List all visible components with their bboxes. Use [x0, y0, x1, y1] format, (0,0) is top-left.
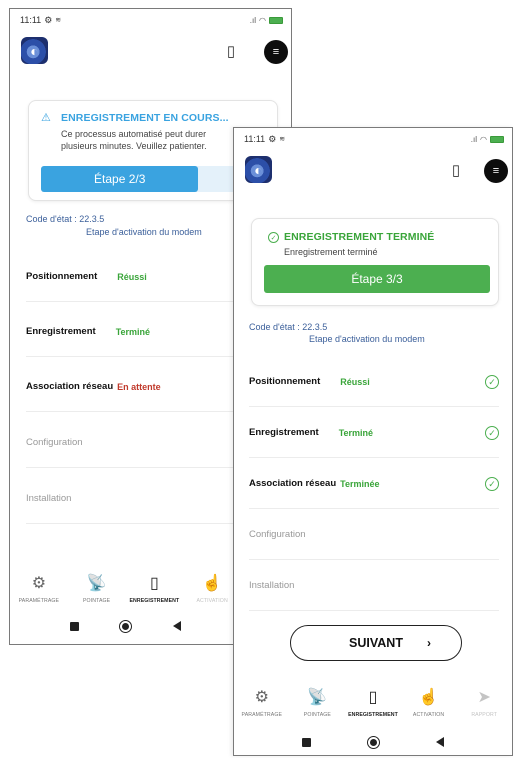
modem-icon: ▯: [149, 575, 159, 592]
status-bar: 11:11 ⚙ ≋ .ıl ◠: [10, 9, 291, 31]
step-label: Enregistrement: [249, 427, 319, 438]
step-label: Positionnement: [249, 376, 321, 387]
gears-icon: ⚙: [254, 689, 269, 706]
progress-bar: Étape 3/3: [264, 265, 490, 293]
card-line-2: plusieurs minutes. Veuillez patienter.: [61, 141, 207, 151]
modem-device-icon[interactable]: ▯: [222, 39, 240, 63]
tab-activation[interactable]: ☝ ACTIVATION: [184, 572, 240, 604]
bottom-tab-bar: ⚙ PARAMÉTRAGE 📡 POINTAGE ▯ ENREGISTREMEN…: [234, 686, 512, 718]
step-label: Association réseau: [26, 381, 114, 392]
registration-status-card: ✓ ENREGISTREMENT TERMINÉ Enregistrement …: [251, 218, 499, 306]
step-row: Positionnement Réussi ✓: [249, 357, 499, 407]
recents-icon[interactable]: [70, 621, 80, 631]
warning-triangle-icon: ⚠: [41, 112, 51, 124]
status-code: Code d'état : 22.3.5: [249, 322, 328, 332]
send-icon: ➤: [477, 689, 491, 706]
next-button[interactable]: SUIVANT ›: [290, 625, 462, 661]
progress-step-label: Étape 2/3: [94, 172, 146, 186]
home-icon[interactable]: [367, 735, 380, 749]
step-status: Terminé: [115, 326, 151, 337]
status-code-description: Etape d'activation du modem: [309, 334, 425, 344]
step-label: Installation: [26, 493, 72, 504]
app-header: ◐ ▯ ≡: [234, 152, 512, 192]
step-status: Réussi: [117, 271, 147, 282]
step-label: Positionnement: [26, 271, 98, 282]
modem-device-icon[interactable]: ▯: [447, 158, 465, 182]
step-label: Configuration: [249, 529, 306, 540]
step-label: Configuration: [26, 437, 83, 448]
chevron-right-icon: ›: [427, 636, 431, 650]
step-label: Association réseau: [249, 478, 337, 489]
tab-activation[interactable]: ☝ ACTIVATION: [401, 686, 457, 718]
signal-icon: .ıl: [470, 134, 478, 144]
back-icon[interactable]: [172, 621, 181, 631]
back-icon[interactable]: [436, 737, 444, 747]
check-circle-icon: ✓: [485, 375, 499, 389]
battery-icon: [490, 135, 504, 143]
step-row: Enregistrement Terminé ✓: [249, 408, 499, 458]
wifi-calling-icon: ≋: [279, 136, 286, 143]
modem-icon: ▯: [368, 689, 378, 706]
gears-icon: ⚙: [31, 575, 47, 592]
wifi-calling-icon: ≋: [55, 17, 62, 24]
step-row: Configuration: [249, 510, 499, 560]
menu-icon[interactable]: ≡: [484, 159, 508, 183]
tab-parametrage[interactable]: ⚙ PARAMÉTRAGE: [11, 572, 67, 604]
card-title: ENREGISTREMENT EN COURS...: [61, 112, 229, 124]
satellite-dish-icon: 📡: [86, 575, 107, 592]
card-title: ENREGISTREMENT TERMINÉ: [284, 231, 435, 243]
step-row: Association réseau Terminée ✓: [249, 459, 499, 509]
app-logo-icon: ◐: [245, 156, 272, 183]
tab-pointage[interactable]: 📡 POINTAGE: [290, 686, 346, 718]
step-label: Enregistrement: [26, 326, 96, 337]
app-header: ◐ ▯ ≡: [10, 33, 291, 73]
signal-icon: .ıl: [249, 15, 257, 25]
satellite-dish-icon: 📡: [307, 689, 328, 706]
success-check-icon: ✓: [268, 232, 279, 243]
step-status: Terminée: [340, 478, 380, 489]
tap-hand-icon: ☝: [418, 689, 439, 706]
system-nav-bar: [234, 729, 512, 755]
progress-track: Étape 3/3: [264, 265, 490, 293]
tab-enregistrement[interactable]: ▯ ENREGISTREMENT: [345, 686, 401, 718]
settings-gear-icon: ⚙: [268, 133, 277, 144]
tap-hand-icon: ☝: [202, 575, 223, 592]
status-code: Code d'état : 22.3.5: [26, 214, 105, 224]
tab-enregistrement[interactable]: ▯ ENREGISTREMENT: [126, 572, 182, 604]
recents-icon[interactable]: [302, 737, 311, 747]
step-status: En attente: [117, 381, 161, 392]
next-button-label: SUIVANT: [349, 636, 403, 650]
step-row: Installation: [249, 561, 499, 611]
step-label: Installation: [249, 580, 295, 591]
card-line-1: Ce processus automatisé peut durer: [61, 129, 207, 139]
status-time: 11:11: [244, 134, 266, 144]
step-status: Terminé: [338, 427, 374, 438]
wifi-icon: ◠: [480, 134, 487, 144]
tab-pointage[interactable]: 📡 POINTAGE: [69, 572, 125, 604]
status-code-description: Etape d'activation du modem: [86, 227, 202, 237]
status-time: 11:11: [20, 15, 42, 25]
step-status: Réussi: [340, 376, 370, 387]
battery-icon: [269, 16, 283, 24]
tab-rapport[interactable]: ➤ RAPPORT: [456, 686, 512, 718]
progress-step-label: Étape 3/3: [351, 272, 403, 286]
tab-parametrage[interactable]: ⚙ PARAMÉTRAGE: [234, 686, 290, 718]
wifi-icon: ◠: [259, 15, 266, 25]
home-icon[interactable]: [119, 619, 133, 633]
check-circle-icon: ✓: [485, 426, 499, 440]
check-circle-icon: ✓: [485, 477, 499, 491]
phone-screen-completed: 11:11 ⚙ ≋ .ıl ◠ ◐ ▯ ≡ ✓ ENREGISTREMENT T…: [233, 127, 513, 756]
app-logo-icon: ◐: [21, 37, 48, 64]
status-bar: 11:11 ⚙ ≋ .ıl ◠: [234, 128, 512, 150]
card-subtitle: Enregistrement terminé: [284, 247, 378, 257]
settings-gear-icon: ⚙: [44, 14, 53, 25]
menu-icon[interactable]: ≡: [264, 40, 288, 64]
progress-bar: Étape 2/3: [41, 166, 199, 192]
